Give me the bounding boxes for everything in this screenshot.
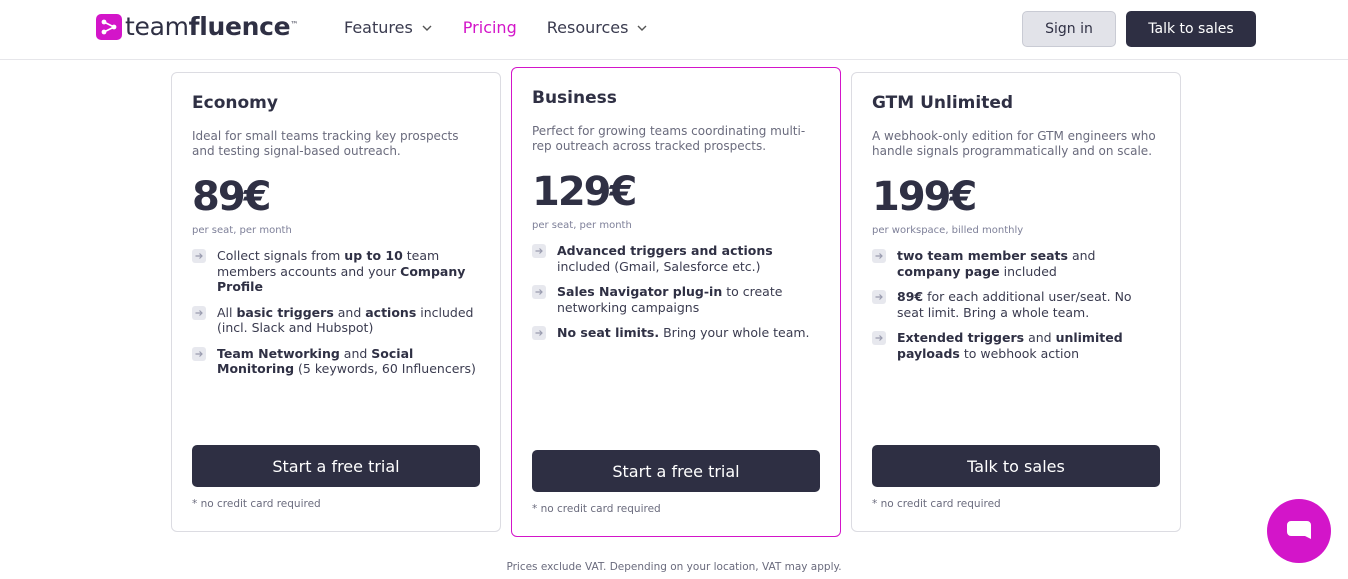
start-free-trial-button[interactable]: Start a free trial xyxy=(192,445,480,487)
plan-description: Perfect for growing teams coordinating m… xyxy=(532,124,806,153)
feature-item: 89€ for each additional user/seat. No se… xyxy=(872,289,1160,320)
feature-segment: and xyxy=(1067,248,1096,263)
plan-period: per workspace, billed monthly xyxy=(872,225,1024,236)
plan-description: Ideal for small teams tracking key prosp… xyxy=(192,129,459,158)
plan-description: A webhook-only edition for GTM engineers… xyxy=(872,129,1156,158)
feature-segment: (5 keywords, 60 Influencers) xyxy=(294,361,476,376)
feature-list: Collect signals from up to 10 team membe… xyxy=(192,248,480,377)
feature-text: two team member seats and company page i… xyxy=(897,248,1160,279)
main-nav: Features Pricing Resources xyxy=(344,18,678,37)
feature-item: Sales Navigator plug-in to create networ… xyxy=(532,284,820,315)
plan-name: Economy xyxy=(192,93,278,113)
arrow-right-icon xyxy=(532,285,546,299)
feature-segment: for each additional user/seat. No seat l… xyxy=(897,289,1132,320)
feature-item: No seat limits. Bring your whole team. xyxy=(532,325,820,341)
brand-wordmark: teamfluence™ xyxy=(125,14,298,40)
plan-period: per seat, per month xyxy=(192,225,292,236)
feature-text: Advanced triggers and actions included (… xyxy=(557,243,820,274)
feature-text: Sales Navigator plug-in to create networ… xyxy=(557,284,820,315)
feature-segment: and xyxy=(1024,330,1056,345)
plan-card-economy: Economy Ideal for small teams tracking k… xyxy=(171,72,501,532)
chevron-down-icon xyxy=(422,25,432,31)
plan-price: 129€ xyxy=(532,169,637,215)
feature-highlight: Sales Navigator plug-in xyxy=(557,284,723,299)
arrow-right-icon xyxy=(872,331,886,345)
feature-segment: All xyxy=(217,304,237,320)
feature-text: 89€ for each additional user/seat. No se… xyxy=(897,289,1160,320)
feature-highlight: Team Networking xyxy=(217,345,340,361)
feature-highlight: basic triggers xyxy=(236,304,334,320)
arrow-right-icon xyxy=(192,346,206,361)
arrow-right-icon xyxy=(872,249,886,263)
feature-text: All basic triggers and actions included … xyxy=(217,305,480,336)
feature-highlight: two team member seats xyxy=(897,248,1068,263)
feature-item: Team Networking and Social Monitoring (5… xyxy=(192,346,480,377)
brand-trademark: ™ xyxy=(290,20,299,29)
talk-to-sales-button[interactable]: Talk to sales xyxy=(872,445,1160,487)
credit-card-note: * no credit card required xyxy=(872,498,1001,510)
feature-text: Extended triggers and unlimited payloads… xyxy=(897,330,1160,361)
chat-bubble-icon xyxy=(1287,521,1311,539)
plan-price: 199€ xyxy=(872,174,977,220)
feature-text: Team Networking and Social Monitoring (5… xyxy=(217,346,480,377)
feature-highlight: Extended triggers xyxy=(897,330,1025,345)
feature-segment: and xyxy=(339,345,372,361)
plan-card-gtm-unlimited: GTM Unlimited A webhook-only edition for… xyxy=(851,72,1181,532)
feature-highlight: up to 10 xyxy=(344,248,403,263)
chat-widget-button[interactable] xyxy=(1267,499,1331,563)
brand-name-light: team xyxy=(125,12,189,41)
feature-item: Advanced triggers and actions included (… xyxy=(532,243,820,274)
plan-name: Business xyxy=(532,88,617,108)
feature-list: two team member seats and company page i… xyxy=(872,248,1160,361)
start-free-trial-button[interactable]: Start a free trial xyxy=(532,450,820,492)
feature-text: Collect signals from up to 10 team membe… xyxy=(217,248,480,295)
feature-segment: to webhook action xyxy=(959,345,1080,361)
vat-note: Prices exclude VAT. Depending on your lo… xyxy=(506,561,842,573)
nav-item-pricing[interactable]: Pricing xyxy=(463,18,517,37)
plan-name: GTM Unlimited xyxy=(872,93,1014,113)
plan-period: per seat, per month xyxy=(532,220,632,231)
feature-item: All basic triggers and actions included … xyxy=(192,305,480,336)
nav-item-label: Features xyxy=(344,18,413,37)
sign-in-button[interactable]: Sign in xyxy=(1022,11,1116,47)
plan-price: 89€ xyxy=(192,174,272,220)
talk-to-sales-header-button[interactable]: Talk to sales xyxy=(1126,11,1256,47)
brand-logo[interactable]: teamfluence™ xyxy=(96,14,298,40)
nav-item-label: Pricing xyxy=(462,18,517,37)
chevron-down-icon xyxy=(637,25,647,31)
feature-list: Advanced triggers and actions included (… xyxy=(532,243,820,341)
feature-segment: Collect signals from xyxy=(217,248,345,263)
feature-item: Collect signals from up to 10 team membe… xyxy=(192,248,480,295)
feature-segment: Bring your whole team. xyxy=(659,325,810,340)
nav-item-label: Resources xyxy=(546,18,629,37)
feature-item: Extended triggers and unlimited payloads… xyxy=(872,330,1160,361)
arrow-right-icon xyxy=(872,290,886,304)
feature-segment: included (Gmail, Salesforce etc.) xyxy=(557,258,761,274)
feature-highlight: actions xyxy=(365,304,417,320)
feature-segment: and xyxy=(333,304,366,320)
arrow-right-icon xyxy=(532,244,546,258)
arrow-right-icon xyxy=(192,249,206,263)
feature-highlight: Advanced triggers and actions xyxy=(557,243,773,258)
site-header: teamfluence™ Features Pricing Resources … xyxy=(0,0,1348,60)
brand-name-bold: fluence xyxy=(188,12,291,41)
credit-card-note: * no credit card required xyxy=(192,498,321,510)
nav-item-resources[interactable]: Resources xyxy=(547,18,649,37)
plan-card-business: Business Perfect for growing teams coord… xyxy=(511,67,841,537)
feature-highlight: company page xyxy=(897,263,1000,279)
feature-text: No seat limits. Bring your whole team. xyxy=(557,325,810,341)
feature-segment: included xyxy=(999,263,1057,279)
teamfluence-logo-icon xyxy=(96,14,122,40)
arrow-right-icon xyxy=(192,305,206,320)
feature-item: two team member seats and company page i… xyxy=(872,248,1160,279)
arrow-right-icon xyxy=(532,326,546,340)
nav-item-features[interactable]: Features xyxy=(344,18,433,37)
feature-highlight: 89€ xyxy=(897,289,924,304)
feature-highlight: No seat limits. xyxy=(557,325,660,340)
credit-card-note: * no credit card required xyxy=(532,503,661,515)
